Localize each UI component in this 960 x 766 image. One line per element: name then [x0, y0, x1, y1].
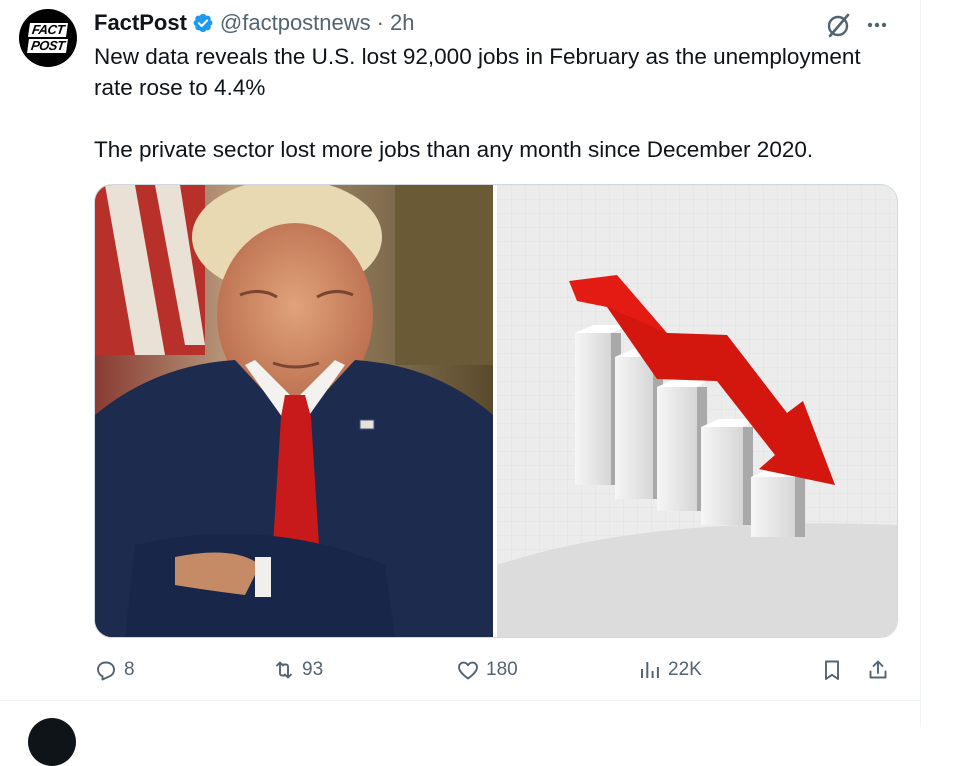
- views-count: 22K: [668, 659, 702, 680]
- verified-badge-icon: [192, 12, 214, 34]
- like-icon: [458, 661, 478, 680]
- media-illustration-declining-chart[interactable]: [497, 185, 897, 637]
- reply-count: 8: [124, 659, 135, 680]
- like-count: 180: [486, 659, 518, 680]
- post-media[interactable]: [94, 184, 898, 638]
- like-button[interactable]: 180: [456, 652, 518, 688]
- views-button[interactable]: 22K: [638, 652, 702, 688]
- timeline-border: [920, 0, 921, 727]
- post-text-paragraph-2: The private sector lost more jobs than a…: [94, 137, 814, 162]
- timestamp[interactable]: 2h: [390, 10, 414, 36]
- next-post-avatar[interactable]: [28, 718, 76, 766]
- handle[interactable]: @factpostnews: [220, 10, 371, 36]
- avatar[interactable]: FACT POST: [19, 9, 77, 67]
- reply-icon: [97, 661, 115, 681]
- share-icon: [869, 660, 887, 679]
- display-name[interactable]: FactPost: [94, 10, 187, 36]
- reply-button[interactable]: 8: [94, 652, 135, 688]
- views-icon: [641, 662, 659, 678]
- more-icon[interactable]: [862, 10, 892, 40]
- post-text: New data reveals the U.S. lost 92,000 jo…: [94, 41, 894, 165]
- media-photo-man-in-suit[interactable]: [95, 185, 493, 637]
- repost-count: 93: [302, 659, 324, 680]
- separator-dot: ·: [376, 10, 384, 35]
- action-bar: 8 93 180 22K: [94, 652, 894, 688]
- bookmark-button[interactable]: [820, 652, 844, 688]
- grok-icon[interactable]: [824, 10, 854, 40]
- bookmark-icon: [825, 660, 839, 680]
- repost-icon: [276, 661, 292, 679]
- post-header: FactPost @factpostnews · 2h: [94, 8, 414, 38]
- post-text-paragraph-1: New data reveals the U.S. lost 92,000 jo…: [94, 44, 861, 100]
- avatar-logo-line-1: FACT: [28, 22, 68, 37]
- share-button[interactable]: [866, 652, 890, 688]
- post-divider: [0, 700, 920, 701]
- avatar-logo-line-2: POST: [27, 38, 69, 53]
- repost-button[interactable]: 93: [272, 652, 323, 688]
